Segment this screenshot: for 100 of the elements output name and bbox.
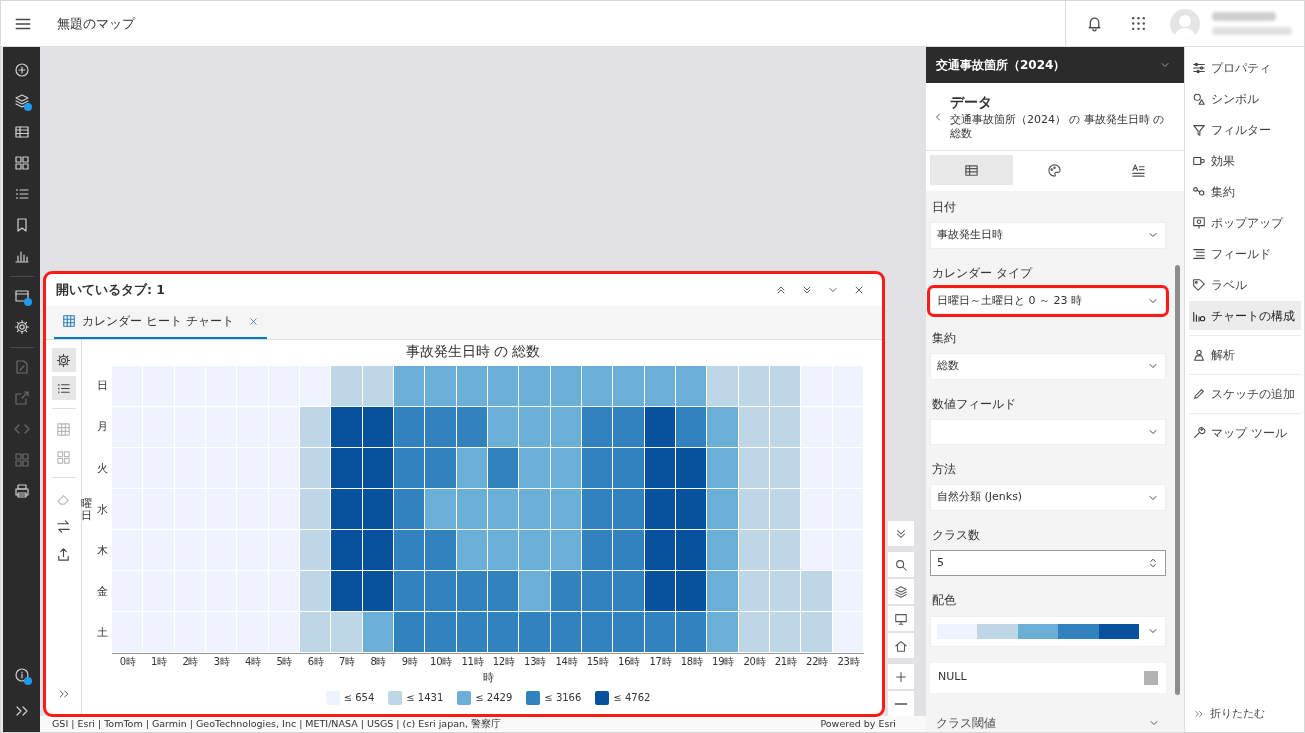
- settings-icon: [13, 319, 30, 335]
- apps-grid-icon: [1129, 15, 1147, 32]
- x-tick-label: 18時: [679, 655, 704, 669]
- settings-menu-item[interactable]: チャートの構成: [1189, 301, 1301, 330]
- search-icon: [894, 557, 908, 572]
- map-attribution: GSI | Esri | TomTom | Garmin | GeoTechnologies, Inc | METI/NASA | USGS | (c) Esri japan, 警察庁: [52, 716, 502, 731]
- expand-chevrons-button[interactable]: [888, 521, 914, 546]
- expand-chevrons-icon: [57, 688, 70, 700]
- settings-menu-item[interactable]: マップ ツール: [1189, 418, 1301, 447]
- heatmap-icon: [62, 314, 76, 328]
- x-tick-label: 10時: [429, 655, 453, 669]
- settings-menu-item[interactable]: スケッチの追加: [1189, 379, 1301, 408]
- dropdown-value: 日曜日～土曜日と 0 ～ 23 時: [937, 292, 1082, 309]
- y-tick-label: 金: [95, 584, 109, 600]
- zoom-out-icon: [894, 702, 908, 705]
- settings-menu-item[interactable]: ラベル: [1189, 270, 1301, 299]
- fields-icon: [1192, 246, 1206, 261]
- field-label: 集約: [932, 330, 957, 348]
- settings-icon: [56, 352, 71, 368]
- close-icon: [853, 284, 865, 296]
- field-label: 数値フィールド: [932, 395, 1017, 413]
- panel-title: 開いているタブ: 1: [56, 280, 166, 299]
- field-label: 配色: [932, 592, 957, 610]
- list-button[interactable]: [51, 376, 76, 400]
- zoom-out-button[interactable]: [888, 691, 914, 716]
- x-tick-label: 23時: [836, 655, 861, 669]
- x-tick-label: 7時: [338, 655, 356, 669]
- dropdown-value: 総数: [937, 358, 959, 375]
- legend-label: ≤ 1431: [406, 691, 444, 705]
- x-tick-label: 16時: [617, 655, 641, 669]
- x-tick-label: 0時: [118, 655, 137, 669]
- collapsible-section[interactable]: クラス閾値: [930, 714, 1166, 732]
- home-button[interactable]: [888, 633, 914, 658]
- layer-title: 交通事故箇所（2024）: [936, 57, 1066, 74]
- null-label: NULL: [938, 669, 967, 686]
- scrollbar[interactable]: [1175, 265, 1180, 695]
- close-tab-button[interactable]: [247, 315, 259, 327]
- x-tick-label: 8時: [369, 655, 388, 669]
- powered-by-link[interactable]: Powered by Esri: [820, 716, 896, 732]
- color-ramp-dropdown[interactable]: [930, 615, 1166, 647]
- x-tick-label: 22時: [805, 655, 829, 669]
- x-tick-label: 20時: [742, 655, 767, 669]
- field-label: 日付: [932, 199, 957, 216]
- settings-button[interactable]: [51, 348, 76, 372]
- map-title: 無題のマップ: [57, 14, 135, 33]
- x-tick-label: 14時: [554, 655, 579, 669]
- settings-menu-item[interactable]: ポップアップ: [1189, 208, 1301, 237]
- blurred-user-name: [1212, 12, 1276, 21]
- dropdown-field[interactable]: 日曜日～土曜日と 0 ～ 23 時: [930, 287, 1166, 315]
- settings-menu-item[interactable]: プロパティ: [1189, 53, 1301, 82]
- dropdown-field[interactable]: 自然分類 (Jenks): [930, 484, 1166, 511]
- x-tick-label: 13時: [523, 655, 547, 669]
- sliders-icon: [1192, 60, 1206, 75]
- close-icon: [247, 315, 259, 327]
- layers-button[interactable]: [888, 579, 914, 604]
- settings-menu-item[interactable]: フィールド: [1189, 239, 1301, 268]
- export-icon: [56, 546, 71, 562]
- x-tick-label: 6時: [306, 655, 325, 669]
- shapes-icon: [1192, 91, 1206, 106]
- x-tick-label: 12時: [491, 655, 516, 669]
- y-tick-label: 土: [95, 625, 109, 642]
- settings-menu-item[interactable]: 効果: [1189, 146, 1301, 175]
- settings-menu-item[interactable]: フィルター: [1189, 115, 1301, 144]
- share-icon: [13, 390, 30, 406]
- list-icon: [13, 186, 30, 202]
- dropdown-field[interactable]: [930, 418, 1166, 446]
- add-circle-icon: [13, 62, 30, 78]
- y-axis-label: 曜日: [80, 497, 92, 523]
- chevrons-icon: [1194, 708, 1204, 719]
- zoom-in-button[interactable]: [888, 664, 914, 689]
- dropdown-field[interactable]: 総数: [930, 353, 1166, 380]
- number-value: 5: [937, 554, 944, 571]
- expand-down-icon: [801, 284, 813, 296]
- y-tick-label: 月: [95, 419, 109, 436]
- null-color-swatch[interactable]: [1144, 670, 1158, 685]
- spinner-arrows-icon: [1147, 557, 1159, 570]
- layers-icon: [13, 93, 30, 109]
- settings-menu-item[interactable]: 集約: [1189, 177, 1301, 206]
- search-button[interactable]: [888, 552, 914, 577]
- monitor-button[interactable]: [888, 606, 914, 631]
- dropdown-field[interactable]: 事故発生日時: [930, 222, 1166, 249]
- number-field[interactable]: 5: [930, 550, 1166, 577]
- printer-icon: [13, 483, 30, 499]
- tag-icon: [1192, 277, 1206, 292]
- chart-title: 事故発生日時 の 総数: [404, 342, 542, 361]
- person-icon: [1192, 347, 1206, 362]
- field-label: カレンダー タイプ: [932, 264, 1034, 282]
- y-tick-label: 木: [95, 542, 109, 559]
- data-settings-tab[interactable]: [930, 155, 1014, 185]
- collapse-button[interactable]: 折りたたむ: [1189, 705, 1301, 722]
- settings-menu-item[interactable]: 解析: [1189, 340, 1301, 369]
- swap-arrows-icon: [56, 518, 71, 534]
- x-tick-label: 11時: [460, 655, 485, 669]
- y-tick-label: 火: [95, 460, 109, 477]
- info-icon: [13, 667, 30, 683]
- x-tick-label: 5時: [275, 655, 294, 669]
- zoom-in-icon: [894, 669, 908, 684]
- settings-menu-item[interactable]: シンボル: [1189, 84, 1301, 113]
- popup-icon: [1192, 215, 1206, 230]
- x-tick-label: 2時: [181, 655, 200, 669]
